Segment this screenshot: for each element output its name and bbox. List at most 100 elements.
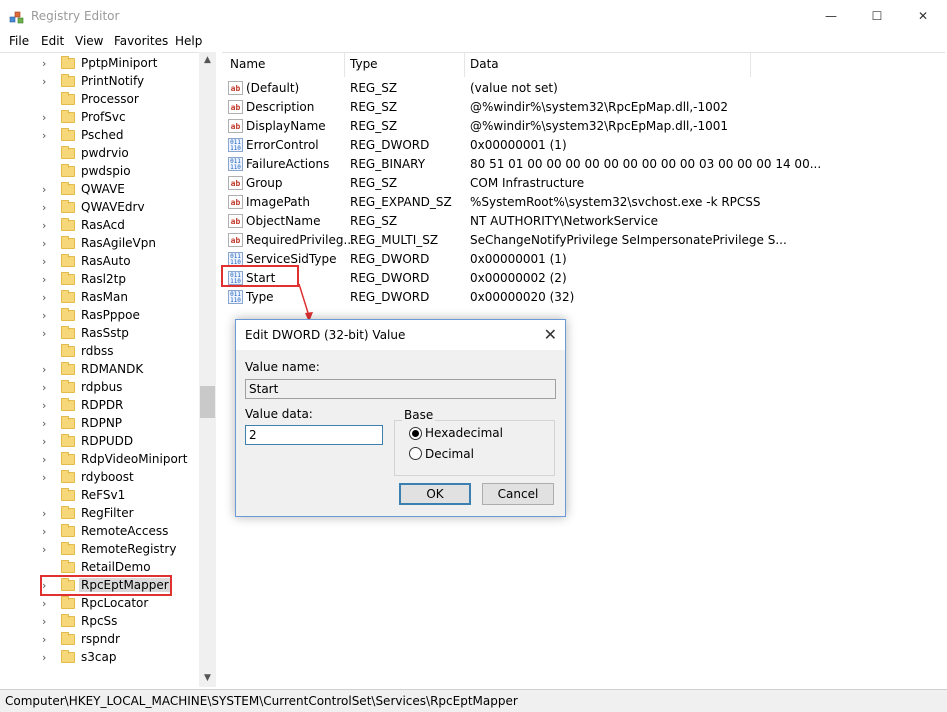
value-row[interactable]: 011 110 FailureActions REG_BINARY 80 51 01 0… bbox=[222, 155, 945, 174]
tree-item[interactable]: › RasPppoe bbox=[0, 307, 200, 325]
tree-item[interactable]: › RasAgileVpn bbox=[0, 235, 200, 253]
tree-item[interactable]: › RasAuto bbox=[0, 253, 200, 271]
tree-item-label[interactable]: RasPppoe bbox=[81, 308, 140, 322]
tree-scrollbar[interactable]: ▲ ▼ bbox=[199, 52, 216, 687]
column-header-data[interactable]: Data bbox=[470, 57, 499, 77]
scroll-up-icon[interactable]: ▲ bbox=[199, 52, 216, 69]
tree-item-label[interactable]: QWAVE bbox=[81, 182, 125, 196]
value-row[interactable]: ab ImagePath REG_EXPAND_SZ %SystemRoot%\sys… bbox=[222, 193, 945, 212]
value-data-input[interactable]: 2 bbox=[245, 425, 383, 445]
tree-item-label[interactable]: RasAuto bbox=[81, 254, 131, 268]
hexadecimal-label[interactable]: Hexadecimal bbox=[425, 426, 503, 440]
chevron-right-icon[interactable]: › bbox=[42, 452, 52, 468]
chevron-right-icon[interactable]: › bbox=[42, 110, 52, 126]
tree-item-label[interactable]: RDMANDK bbox=[81, 362, 143, 376]
value-row[interactable]: 011 110 ServiceSidType REG_DWORD 0x00000001 … bbox=[222, 250, 945, 269]
tree-item-label[interactable]: rdyboost bbox=[81, 470, 134, 484]
scroll-down-icon[interactable]: ▼ bbox=[199, 670, 216, 687]
chevron-right-icon[interactable]: › bbox=[42, 524, 52, 540]
column-divider[interactable] bbox=[344, 53, 345, 77]
tree-item[interactable]: › RdpVideoMiniport bbox=[0, 451, 200, 469]
menu-favorites[interactable]: Favorites bbox=[114, 34, 168, 48]
tree-item-label[interactable]: rdbss bbox=[81, 344, 113, 358]
tree-item-label[interactable]: RpcLocator bbox=[81, 596, 148, 610]
column-divider[interactable] bbox=[750, 53, 751, 77]
chevron-right-icon[interactable]: › bbox=[42, 596, 52, 612]
chevron-right-icon[interactable]: › bbox=[42, 272, 52, 288]
chevron-right-icon[interactable]: › bbox=[42, 254, 52, 270]
tree-item-label[interactable]: RasSstp bbox=[81, 326, 129, 340]
tree-item[interactable]: › Psched bbox=[0, 127, 200, 145]
tree-item-label[interactable]: RasAcd bbox=[81, 218, 125, 232]
tree-item-label[interactable]: rspndr bbox=[81, 632, 120, 646]
tree-item-label[interactable]: pwdrvio bbox=[81, 146, 129, 160]
tree-item-label[interactable]: Rasl2tp bbox=[81, 272, 126, 286]
tree-item-label[interactable]: RDPDR bbox=[81, 398, 123, 412]
tree-item[interactable]: › rdyboost bbox=[0, 469, 200, 487]
tree-item-label[interactable]: QWAVEdrv bbox=[81, 200, 145, 214]
tree-item[interactable]: › RemoteRegistry bbox=[0, 541, 200, 559]
tree-item[interactable]: › RegFilter bbox=[0, 505, 200, 523]
tree-item[interactable]: › RDMANDK bbox=[0, 361, 200, 379]
value-row[interactable]: ab Group REG_SZ COM Infrastructure bbox=[222, 174, 945, 193]
menu-file[interactable]: File bbox=[9, 34, 29, 48]
tree-item-label[interactable]: RegFilter bbox=[81, 506, 134, 520]
tree-item[interactable]: › RpcSs bbox=[0, 613, 200, 631]
tree-item-label[interactable]: ProfSvc bbox=[81, 110, 126, 124]
maximize-button[interactable]: ☐ bbox=[854, 0, 900, 32]
value-row[interactable]: 011 110 Start REG_DWORD 0x00000002 (2) bbox=[222, 269, 945, 288]
tree-item[interactable]: › RasAcd bbox=[0, 217, 200, 235]
cancel-button[interactable]: Cancel bbox=[482, 483, 554, 505]
tree-item-label[interactable]: rdpbus bbox=[81, 380, 122, 394]
chevron-right-icon[interactable]: › bbox=[42, 434, 52, 450]
tree-item-label[interactable]: Processor bbox=[81, 92, 139, 106]
tree-item[interactable]: › RDPDR bbox=[0, 397, 200, 415]
chevron-right-icon[interactable]: › bbox=[42, 128, 52, 144]
value-row[interactable]: ab Description REG_SZ @%windir%\system32\Rp… bbox=[222, 98, 945, 117]
chevron-right-icon[interactable]: › bbox=[42, 308, 52, 324]
tree-item[interactable]: › rdpbus bbox=[0, 379, 200, 397]
chevron-right-icon[interactable]: › bbox=[42, 650, 52, 666]
value-row[interactable]: ab (Default) REG_SZ (value not set) bbox=[222, 79, 945, 98]
value-row[interactable]: ab ObjectName REG_SZ NT AUTHORITY\NetworkSe… bbox=[222, 212, 945, 231]
menu-edit[interactable]: Edit bbox=[41, 34, 64, 48]
minimize-button[interactable]: — bbox=[808, 0, 854, 32]
chevron-right-icon[interactable]: › bbox=[42, 182, 52, 198]
tree-item[interactable]: › PrintNotify bbox=[0, 73, 200, 91]
tree-item[interactable]: › ProfSvc bbox=[0, 109, 200, 127]
tree-item-label[interactable]: RetailDemo bbox=[81, 560, 151, 574]
tree-item[interactable]: › RasMan bbox=[0, 289, 200, 307]
tree-item[interactable]: › RemoteAccess bbox=[0, 523, 200, 541]
value-row[interactable]: ab DisplayName REG_SZ @%windir%\system32\Rp… bbox=[222, 117, 945, 136]
decimal-radio[interactable] bbox=[409, 447, 422, 460]
tree-item[interactable]: › Rasl2tp bbox=[0, 271, 200, 289]
chevron-right-icon[interactable]: › bbox=[42, 74, 52, 90]
tree-item[interactable]: pwdrvio bbox=[0, 145, 200, 163]
tree-item[interactable]: › RasSstp bbox=[0, 325, 200, 343]
tree-item-label[interactable]: ReFSv1 bbox=[81, 488, 125, 502]
ok-button[interactable]: OK bbox=[399, 483, 471, 505]
chevron-right-icon[interactable]: › bbox=[42, 470, 52, 486]
chevron-right-icon[interactable]: › bbox=[42, 290, 52, 306]
tree-item[interactable]: › QWAVE bbox=[0, 181, 200, 199]
column-header-type[interactable]: Type bbox=[350, 57, 378, 77]
tree-item-label[interactable]: PrintNotify bbox=[81, 74, 144, 88]
close-button[interactable]: ✕ bbox=[900, 0, 946, 32]
tree-item-label[interactable]: pwdspio bbox=[81, 164, 131, 178]
chevron-right-icon[interactable]: › bbox=[42, 362, 52, 378]
chevron-right-icon[interactable]: › bbox=[42, 398, 52, 414]
dialog-close-button[interactable]: ✕ bbox=[544, 325, 557, 344]
value-row[interactable]: ab RequiredPrivileg... REG_MULTI_SZ SeChang… bbox=[222, 231, 945, 250]
tree-item-label[interactable]: s3cap bbox=[81, 650, 116, 664]
tree-item-label[interactable]: RpcSs bbox=[81, 614, 117, 628]
hexadecimal-radio[interactable] bbox=[409, 427, 422, 440]
chevron-right-icon[interactable]: › bbox=[42, 542, 52, 558]
menu-view[interactable]: View bbox=[75, 34, 103, 48]
tree-item[interactable]: pwdspio bbox=[0, 163, 200, 181]
value-row[interactable]: 011 110 ErrorControl REG_DWORD 0x00000001 (1… bbox=[222, 136, 945, 155]
tree-item[interactable]: › PptpMiniport bbox=[0, 55, 200, 73]
chevron-right-icon[interactable]: › bbox=[42, 632, 52, 648]
decimal-label[interactable]: Decimal bbox=[425, 447, 474, 461]
chevron-right-icon[interactable]: › bbox=[42, 56, 52, 72]
tree-item-label[interactable]: RasMan bbox=[81, 290, 128, 304]
